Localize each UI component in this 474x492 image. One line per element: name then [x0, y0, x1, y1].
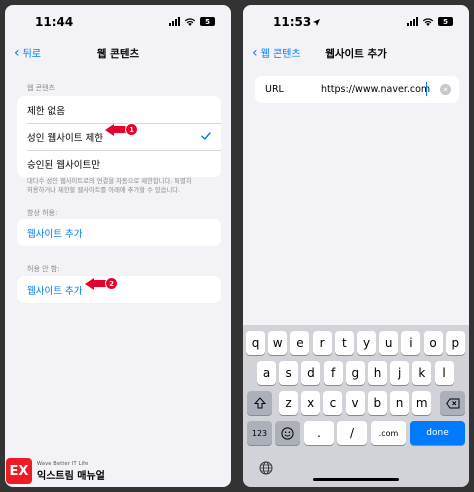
status-time: 11:44	[35, 15, 74, 29]
key-e[interactable]: e	[290, 331, 310, 355]
callout-number: 2	[105, 277, 118, 290]
option-unrestricted[interactable]: 제한 없음	[17, 96, 221, 123]
shift-key[interactable]	[247, 391, 272, 415]
always-allow-group: 웹사이트 추가	[17, 219, 221, 246]
key-p[interactable]: p	[445, 331, 465, 355]
checkmark-icon	[201, 132, 211, 140]
battery-icon: 5	[438, 17, 453, 26]
keyboard-row-3: zxcvbnm	[243, 391, 469, 415]
status-time: 11:53	[273, 15, 321, 29]
keyboard-row-2: asdfghjkl	[243, 361, 469, 385]
never-allow-group: 웹사이트 추가	[17, 276, 221, 303]
key-q[interactable]: q	[246, 331, 265, 355]
key-c[interactable]: c	[323, 391, 343, 415]
option-label: 성인 웹사이트 제한	[27, 132, 103, 144]
brand-logo: EX Wave Better IT Life 익스트림 매뉴얼	[6, 458, 105, 484]
keyboard-row-4: 123 . / .com done	[243, 421, 469, 445]
keyboard-row-1: qwertyuiop	[243, 331, 469, 355]
description-line: 대다수 성인 웹사이트로의 연결을 자동으로 제한합니다. 특별히	[27, 178, 192, 185]
option-label: 제한 없음	[27, 105, 65, 117]
key-l[interactable]: l	[434, 361, 454, 385]
key-a[interactable]: a	[257, 361, 276, 385]
add-website-screen: 11:53 5 ‹ 웹 콘텐츠 웹사이트 추가 URL https://www.…	[243, 5, 469, 487]
done-key[interactable]: done	[410, 421, 465, 445]
key-x[interactable]: x	[301, 391, 321, 415]
page-title: 웹 콘텐츠	[96, 48, 140, 60]
brand-name: 익스트림 매뉴얼	[37, 470, 105, 482]
signal-icon	[169, 17, 180, 26]
wifi-icon	[422, 18, 434, 26]
settings-screen-web-content: 11:44 5 ‹ 뒤로 웹 콘텐츠 웹 콘텐츠 제한 없음 성인 웹사이트 제…	[5, 5, 231, 487]
add-website-label: 웹사이트 추가	[27, 228, 83, 240]
emoji-key[interactable]	[275, 421, 300, 445]
status-bar: 11:44 5	[5, 5, 231, 39]
key-h[interactable]: h	[368, 361, 387, 385]
backspace-key[interactable]	[440, 391, 465, 415]
callout-arrow-icon	[85, 277, 94, 290]
callout-1: 1	[105, 123, 138, 136]
content-restriction-options: 제한 없음 성인 웹사이트 제한 승인된 웹사이트만	[17, 96, 221, 177]
backspace-icon	[445, 398, 459, 408]
text-cursor	[426, 82, 428, 96]
shift-icon	[253, 397, 266, 409]
key-j[interactable]: j	[390, 361, 410, 385]
url-input[interactable]: https://www.naver.com	[321, 84, 430, 95]
location-arrow-icon	[313, 19, 321, 26]
key-i[interactable]: i	[401, 331, 421, 355]
section-label-always-allow: 항상 허용:	[27, 209, 58, 217]
numbers-key[interactable]: 123	[247, 421, 272, 445]
emoji-icon	[281, 426, 294, 440]
key-y[interactable]: y	[357, 331, 376, 355]
slash-key[interactable]: /	[337, 421, 367, 445]
key-f[interactable]: f	[323, 361, 343, 385]
wifi-icon	[184, 18, 196, 26]
status-bar: 11:53 5	[243, 5, 469, 39]
key-v[interactable]: v	[345, 391, 365, 415]
key-n[interactable]: n	[390, 391, 409, 415]
key-t[interactable]: t	[334, 331, 354, 355]
key-o[interactable]: o	[423, 331, 443, 355]
keyboard: qwertyuiop asdfghjkl zxcvbnm 123 . / .co…	[243, 325, 469, 487]
key-s[interactable]: s	[279, 361, 299, 385]
restriction-description: 대다수 성인 웹사이트로의 연결을 자동으로 제한합니다. 특별히 허용하거나 …	[27, 177, 217, 195]
battery-icon: 5	[200, 17, 215, 26]
period-key[interactable]: .	[304, 421, 334, 445]
home-indicator	[313, 478, 399, 481]
description-line: 허용하거나 제한할 웹사이트를 아래에 추가할 수 있습니다.	[27, 187, 181, 194]
section-label-never-allow: 허용 안 함:	[27, 265, 60, 273]
globe-icon[interactable]	[259, 461, 273, 475]
option-label: 승인된 웹사이트만	[27, 159, 100, 171]
key-k[interactable]: k	[412, 361, 432, 385]
key-u[interactable]: u	[379, 331, 399, 355]
key-d[interactable]: d	[301, 361, 321, 385]
signal-icon	[407, 17, 418, 26]
brand-logo-icon: EX	[6, 458, 32, 484]
key-b[interactable]: b	[367, 391, 387, 415]
url-field-group: URL https://www.naver.com ✕	[255, 76, 459, 103]
callout-2: 2	[85, 277, 118, 290]
key-m[interactable]: m	[412, 391, 432, 415]
add-website-label: 웹사이트 추가	[27, 285, 83, 297]
callout-number: 1	[125, 123, 138, 136]
navigation-bar: ‹ 웹 콘텐츠 웹사이트 추가	[243, 39, 469, 67]
navigation-bar: ‹ 뒤로 웹 콘텐츠	[5, 39, 231, 67]
never-allow-add-website-button[interactable]: 웹사이트 추가	[17, 276, 221, 303]
always-allow-add-website-button[interactable]: 웹사이트 추가	[17, 219, 221, 246]
section-label-web-content: 웹 콘텐츠	[27, 84, 55, 92]
option-allowed-websites-only[interactable]: 승인된 웹사이트만	[17, 150, 221, 177]
dotcom-key[interactable]: .com	[371, 421, 406, 445]
key-w[interactable]: w	[268, 331, 288, 355]
key-g[interactable]: g	[345, 361, 365, 385]
key-z[interactable]: z	[279, 391, 298, 415]
page-title: 웹사이트 추가	[325, 48, 387, 60]
key-r[interactable]: r	[312, 331, 332, 355]
clear-text-icon[interactable]: ✕	[440, 84, 451, 95]
callout-arrow-icon	[105, 123, 114, 136]
url-label: URL	[265, 84, 284, 95]
